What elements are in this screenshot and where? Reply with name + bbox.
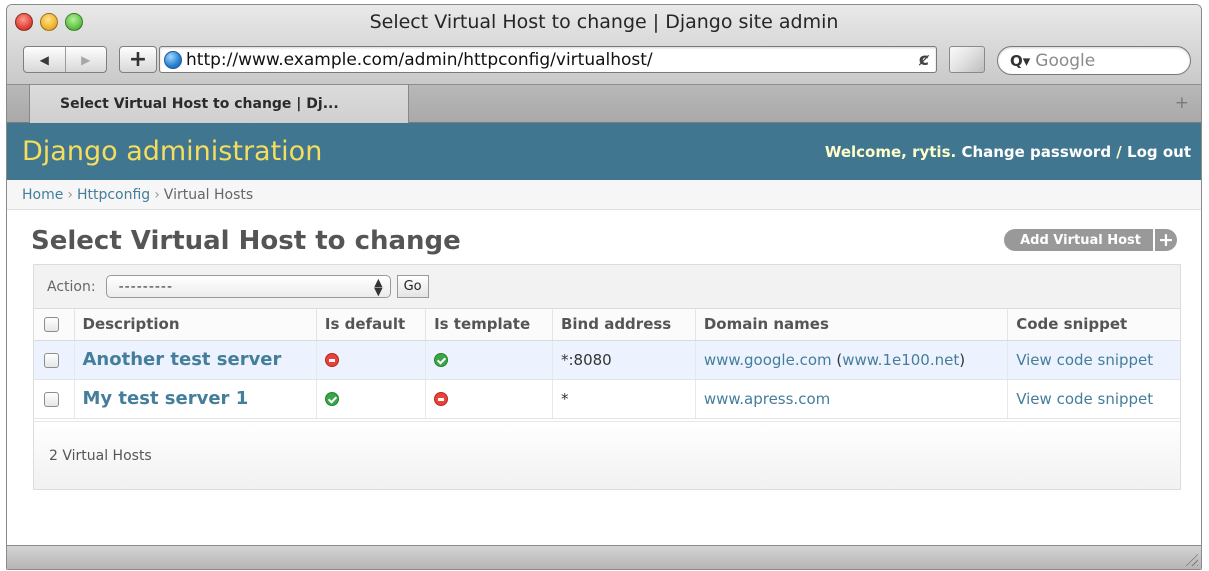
virtual-host-link[interactable]: My test server 1	[83, 388, 249, 409]
forward-arrow-icon: ▶	[81, 52, 91, 67]
browser-window: Select Virtual Host to change | Django s…	[6, 4, 1202, 570]
go-button[interactable]: Go	[396, 275, 429, 298]
is-template-cell	[425, 340, 553, 380]
row-select-cell	[34, 340, 74, 380]
updown-arrows-icon: ▲ ▼	[374, 276, 384, 298]
virtual-host-link[interactable]: Another test server	[83, 349, 282, 370]
address-url[interactable]: http://www.example.com/admin/httpconfig/…	[186, 50, 653, 70]
domain-link[interactable]: www.google.com	[704, 351, 832, 369]
domain-names-cell: www.apress.com	[694, 379, 1008, 419]
window-title: Select Virtual Host to change | Django s…	[369, 11, 839, 33]
no-icon	[324, 353, 339, 367]
is-default-cell	[315, 340, 426, 380]
search-input[interactable]: Q▾ Google	[997, 46, 1191, 75]
domain-alias-open: (	[831, 350, 843, 369]
breadcrumb-app[interactable]: Httpconfig	[77, 187, 150, 203]
is-default-cell	[315, 379, 426, 419]
column-header-is-default[interactable]: Is default	[315, 309, 426, 341]
reload-icon[interactable]: ȼ	[919, 50, 929, 70]
action-label: Action:	[47, 278, 96, 295]
search-icon[interactable]: Q▾	[1010, 52, 1030, 70]
browser-toolbar: Select Virtual Host to change | Django s…	[7, 5, 1201, 85]
column-header-description[interactable]: Description	[73, 309, 317, 341]
logout-link[interactable]: Log out	[1127, 143, 1191, 161]
row-checkbox[interactable]	[44, 391, 59, 407]
tab-strip: Select Virtual Host to change | Dj... +	[7, 85, 1201, 123]
welcome-suffix: .	[950, 142, 957, 161]
globe-icon	[164, 50, 182, 69]
bind-address-cell: *:8080	[551, 340, 696, 380]
resize-grip-icon[interactable]	[1184, 552, 1198, 566]
actions-bar: Action: --------- ▲ ▼ Go	[34, 265, 1180, 309]
breadcrumb: Home › Httpconfig › Virtual Hosts	[7, 180, 1201, 210]
column-header-bind-address[interactable]: Bind address	[551, 309, 696, 341]
welcome-prefix: Welcome,	[824, 142, 913, 161]
breadcrumb-home[interactable]: Home	[22, 187, 63, 203]
search-placeholder: Google	[1035, 50, 1096, 71]
domain-alias-link[interactable]: www.1e100.net	[842, 351, 959, 369]
status-bar	[7, 545, 1201, 569]
page-title: Select Virtual Host to change	[31, 226, 461, 256]
rss-icon[interactable]	[949, 46, 985, 73]
row-checkbox[interactable]	[44, 352, 59, 368]
tab-active[interactable]: Select Virtual Host to change | Dj...	[29, 85, 409, 123]
domain-link[interactable]: www.apress.com	[704, 390, 830, 408]
select-all-checkbox[interactable]	[44, 317, 59, 333]
description-cell: Another test server	[73, 340, 317, 380]
select-all-header	[34, 309, 74, 341]
column-header-code-snippet[interactable]: Code snippet	[1007, 309, 1180, 341]
code-snippet-cell: View code snippet	[1007, 340, 1180, 380]
results-table: Description Is default Is template Bind …	[34, 309, 1180, 419]
no-icon	[434, 392, 449, 406]
action-selected-value: ---------	[118, 278, 174, 295]
domain-alias-close: )	[959, 350, 966, 369]
user-tools-separator: /	[1111, 142, 1128, 161]
table-row: My test server 1 * www.apress.com View c…	[34, 379, 1180, 419]
paginator: 2 Virtual Hosts	[34, 421, 1180, 489]
action-select[interactable]: --------- ▲ ▼	[105, 275, 391, 298]
add-virtual-host-label: Add Virtual Host	[1020, 232, 1141, 248]
new-tab-icon[interactable]: +	[1175, 93, 1189, 113]
breadcrumb-separator: ›	[67, 186, 73, 203]
add-virtual-host-button[interactable]: Add Virtual Host +	[1004, 229, 1177, 251]
back-button[interactable]: ◀	[24, 47, 66, 72]
changelist: Action: --------- ▲ ▼ Go Description Is d…	[33, 264, 1181, 490]
change-password-link[interactable]: Change password	[961, 143, 1111, 161]
django-header: Django administration Welcome, rytis. Ch…	[7, 123, 1201, 180]
username: rytis	[912, 142, 951, 161]
site-brand[interactable]: Django administration	[22, 136, 322, 167]
back-forward-buttons: ◀ ▶	[23, 46, 107, 73]
column-header-is-template[interactable]: Is template	[425, 309, 553, 341]
yes-icon	[324, 392, 339, 406]
column-header-domain-names[interactable]: Domain names	[694, 309, 1008, 341]
row-select-cell	[34, 379, 74, 419]
breadcrumb-current: Virtual Hosts	[163, 186, 254, 203]
code-snippet-cell: View code snippet	[1007, 379, 1180, 419]
bind-address: *	[560, 389, 569, 408]
address-bar[interactable]: http://www.example.com/admin/httpconfig/…	[159, 46, 937, 73]
domain-names-cell: www.google.com (www.1e100.net)	[694, 340, 1008, 380]
table-row: Another test server *:8080 www.google.co…	[34, 340, 1180, 380]
forward-button[interactable]: ▶	[66, 47, 107, 72]
yes-icon	[434, 353, 449, 367]
description-cell: My test server 1	[73, 379, 317, 419]
user-tools: Welcome, rytis. Change password / Log ou…	[825, 143, 1191, 161]
bind-address-cell: *	[551, 379, 696, 419]
view-code-snippet-link[interactable]: View code snippet	[1016, 390, 1153, 408]
table-header-row: Description Is default Is template Bind …	[34, 309, 1180, 341]
content: Select Virtual Host to change Add Virtua…	[7, 210, 1201, 542]
breadcrumb-separator: ›	[154, 186, 160, 203]
plus-icon: +	[128, 46, 148, 72]
is-template-cell	[425, 379, 553, 419]
view-code-snippet-link[interactable]: View code snippet	[1016, 351, 1153, 369]
add-bookmark-button[interactable]: +	[119, 46, 157, 73]
back-arrow-icon: ◀	[39, 52, 49, 67]
bind-address: *:8080	[560, 350, 612, 369]
plus-icon: +	[1153, 229, 1177, 251]
